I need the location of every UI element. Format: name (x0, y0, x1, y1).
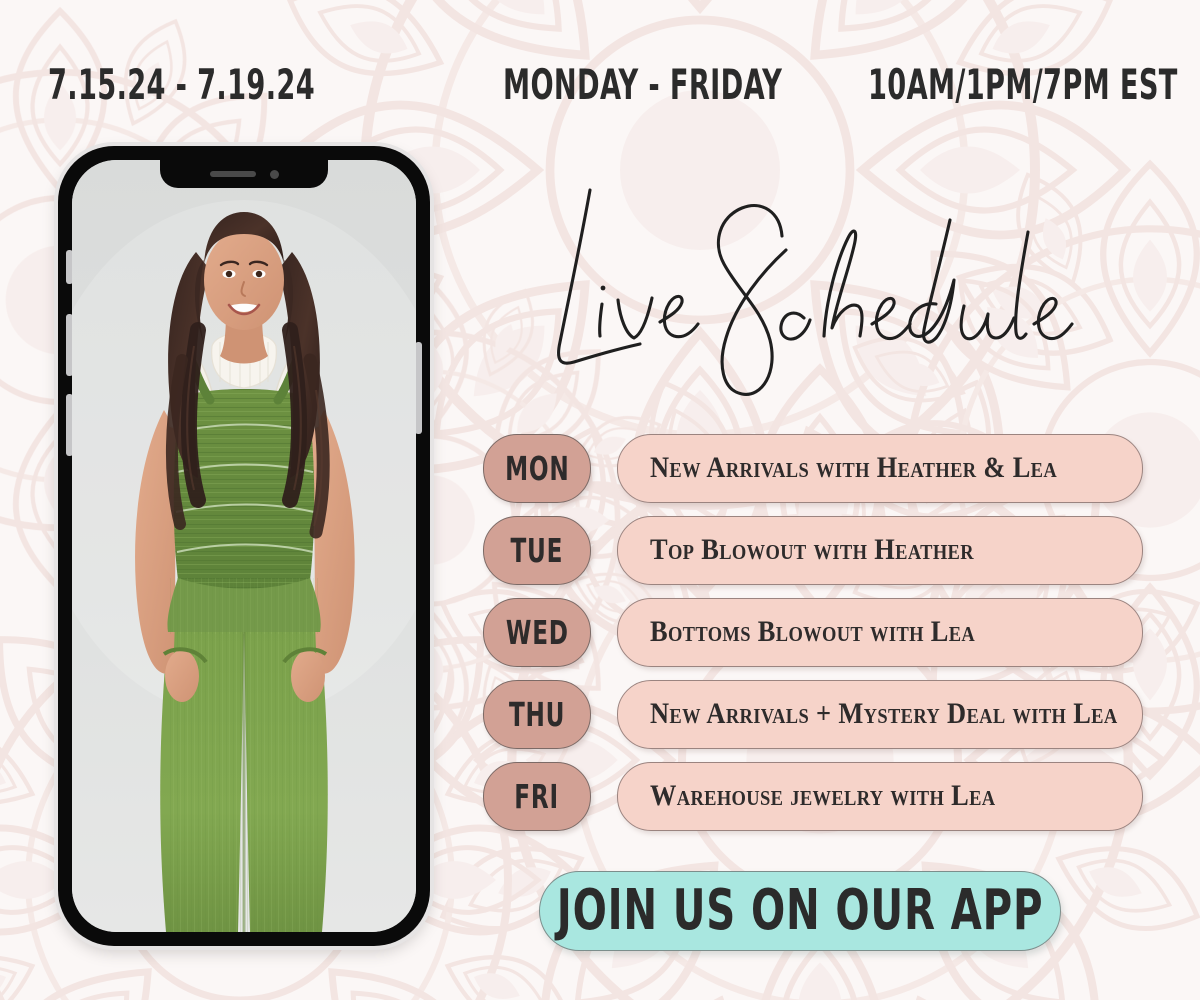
day-badge-mon: MON (483, 433, 591, 503)
phone-screen (72, 160, 416, 932)
show-title: Warehouse jewelry with Lea (650, 779, 996, 812)
day-badge-wed: WED (483, 597, 591, 667)
show-title: New Arrivals + Mystery Deal with Lea (650, 697, 1118, 730)
table-row[interactable]: FRI Warehouse jewelry with Lea (483, 755, 1143, 837)
broadcast-times-label: 10AM/1PM/7PM EST (868, 60, 1178, 109)
show-title-pill-tue[interactable]: Top Blowout with Heather (617, 515, 1143, 585)
show-title: New Arrivals with Heather & Lea (650, 451, 1058, 484)
show-title-pill-thu[interactable]: New Arrivals + Mystery Deal with Lea (617, 679, 1143, 749)
day-badge-tue: TUE (483, 515, 591, 585)
speaker-slot-icon (209, 171, 256, 177)
show-title: Top Blowout with Heather (650, 533, 974, 566)
model-photo (72, 160, 416, 932)
power-button[interactable] (415, 342, 422, 434)
show-title-pill-fri[interactable]: Warehouse jewelry with Lea (617, 761, 1143, 831)
header-bar: 7.15.24 - 7.19.24 MONDAY - FRIDAY 10AM/1… (0, 0, 1200, 130)
day-label: THU (508, 694, 566, 734)
show-title-pill-mon[interactable]: New Arrivals with Heather & Lea (617, 433, 1143, 503)
join-app-label: JOIN US ON OUR APP (556, 878, 1044, 943)
show-title-pill-wed[interactable]: Bottoms Blowout with Lea (617, 597, 1143, 667)
day-label: FRI (514, 776, 560, 816)
days-range-label: MONDAY - FRIDAY (503, 60, 783, 109)
phone-frame (58, 146, 430, 946)
table-row[interactable]: MON New Arrivals with Heather & Lea (483, 427, 1143, 509)
show-title: Bottoms Blowout with Lea (650, 615, 976, 648)
day-label: TUE (510, 530, 564, 570)
day-badge-fri: FRI (483, 761, 591, 831)
day-label: MON (504, 448, 570, 488)
day-label: WED (505, 612, 569, 652)
phone-mockup (44, 146, 442, 946)
table-row[interactable]: THU New Arrivals + Mystery Deal with Lea (483, 673, 1143, 755)
phone-notch (160, 160, 328, 188)
live-schedule-list: MON New Arrivals with Heather & Lea TUE … (483, 427, 1143, 837)
day-badge-thu: THU (483, 679, 591, 749)
date-range-label: 7.15.24 - 7.19.24 (48, 60, 315, 109)
join-app-button[interactable]: JOIN US ON OUR APP (539, 871, 1061, 951)
table-row[interactable]: WED Bottoms Blowout with Lea (483, 591, 1143, 673)
table-row[interactable]: TUE Top Blowout with Heather (483, 509, 1143, 591)
front-camera-icon (269, 169, 279, 179)
page-title: Live Schedule (556, 188, 1074, 396)
